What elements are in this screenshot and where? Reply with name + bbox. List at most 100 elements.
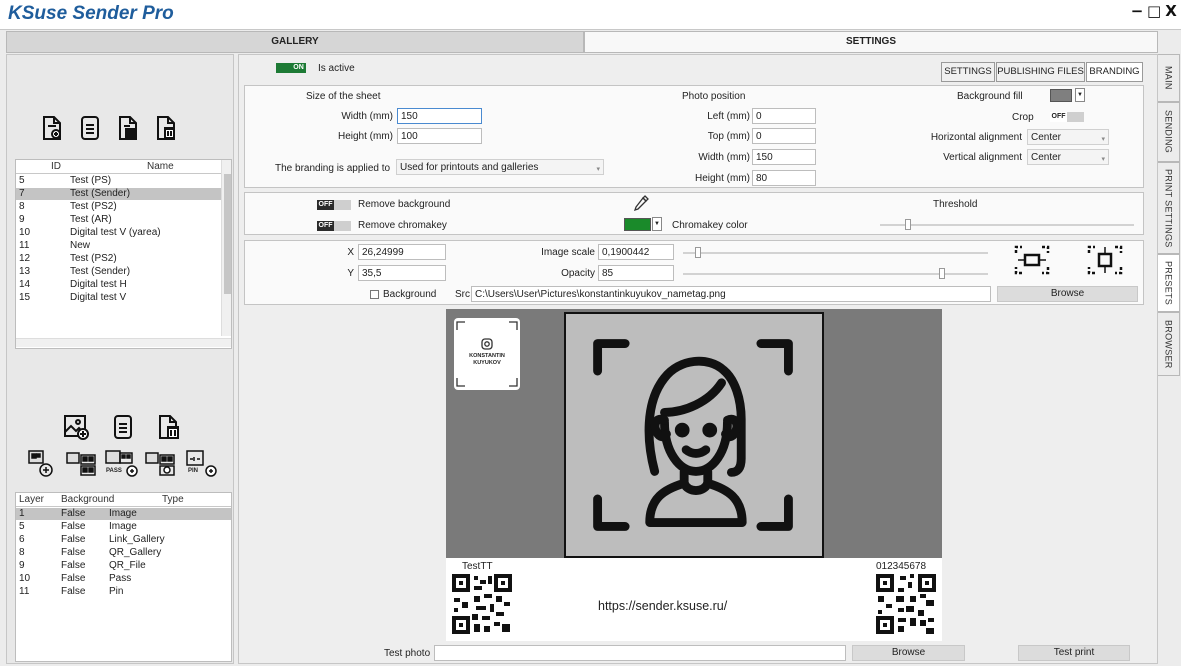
remove-chromakey-toggle[interactable]: OFF [317, 221, 351, 231]
branding-applied-select[interactable]: Used for printouts and galleries ▾ [396, 159, 604, 175]
scrollbar-thumb[interactable] [224, 174, 231, 294]
table-row[interactable]: 11 False Pin [16, 586, 231, 598]
photo-width-input[interactable]: 150 [752, 149, 816, 165]
left-mm-input[interactable]: 0 [752, 108, 816, 124]
test-photo-input[interactable] [434, 645, 846, 661]
fit-vertical-icon[interactable] [1087, 245, 1123, 275]
side-tab-browser[interactable]: BROWSER [1158, 312, 1180, 376]
add-qr-file-icon[interactable] [144, 449, 178, 479]
name-column-header[interactable]: Name [147, 161, 174, 172]
sheet-width-input[interactable]: 150 [397, 108, 482, 124]
is-active-toggle[interactable]: ON [276, 63, 306, 73]
side-tab-main[interactable]: MAIN [1158, 54, 1180, 102]
test-photo-browse-button[interactable]: Browse [852, 645, 965, 661]
subtab-publishing-files[interactable]: PUBLISHING FILES [996, 62, 1085, 82]
table-row[interactable]: 14 Digital test H [16, 279, 221, 291]
opacity-input[interactable]: 85 [598, 265, 674, 281]
side-tab-print-settings[interactable]: PRINT SETTINGS [1158, 162, 1180, 254]
add-link-gallery-icon[interactable] [27, 449, 57, 479]
layer-column-header[interactable]: Layer [19, 494, 44, 505]
table-row[interactable]: 11 New [16, 240, 221, 252]
vertical-alignment-select[interactable]: Center ▾ [1027, 149, 1109, 165]
photo-height-input[interactable]: 80 [752, 170, 816, 186]
table-row[interactable]: 9 False QR_File [16, 560, 231, 572]
add-pass-icon[interactable]: PASS [104, 449, 138, 479]
table-row[interactable]: 9 Test (AR) [16, 214, 221, 226]
threshold-slider-thumb[interactable] [905, 219, 911, 230]
table-row[interactable]: 15 Digital test V [16, 292, 221, 304]
row-name: New [70, 240, 91, 251]
layers-grid[interactable]: Layer Background Type 1 False Image 5 False… [15, 492, 232, 662]
qr-gallery-code [452, 574, 512, 634]
side-tab-label: PRESETS [1163, 260, 1174, 306]
table-row[interactable]: 13 Test (Sender) [16, 266, 221, 278]
chromakey-color-dropdown[interactable]: ▼ [652, 217, 662, 231]
add-image-icon[interactable] [62, 413, 90, 441]
photo-placeholder [564, 312, 824, 558]
src-path-input[interactable]: C:\Users\User\Pictures\konstantinkuyukov… [471, 286, 991, 302]
tab-gallery[interactable]: GALLERY [6, 31, 584, 53]
background-column-header[interactable]: Background [61, 494, 114, 505]
close-button[interactable]: X [1164, 4, 1178, 19]
document-icon[interactable] [109, 413, 137, 441]
presets-horizontal-scrollbar[interactable] [16, 338, 231, 347]
y-input[interactable]: 35,5 [358, 265, 446, 281]
table-row[interactable]: 8 Test (PS2) [16, 201, 221, 213]
maximize-button[interactable]: □ [1147, 4, 1161, 19]
image-scale-input[interactable]: 0,1900442 [598, 244, 674, 260]
minimize-button[interactable]: − [1130, 4, 1144, 19]
remove-background-toggle[interactable]: OFF [317, 200, 351, 210]
horizontal-alignment-select[interactable]: Center ▾ [1027, 129, 1109, 145]
type-column-header[interactable]: Type [162, 494, 184, 505]
threshold-label: Threshold [933, 199, 978, 210]
id-column-header[interactable]: ID [51, 161, 61, 172]
side-tab-sending[interactable]: SENDING [1158, 102, 1180, 162]
top-mm-label: Top (mm) [707, 131, 750, 142]
table-row[interactable]: 7 Test (Sender) [16, 188, 221, 200]
table-row[interactable]: 10 False Pass [16, 573, 231, 585]
fit-horizontal-icon[interactable] [1014, 245, 1050, 275]
presets-grid[interactable]: ID Name 5 Test (PS) 7 Test (Sender) 8 Test … [15, 159, 232, 349]
toggle-state: OFF [317, 200, 334, 210]
table-row[interactable]: 5 Test (PS) [16, 175, 221, 187]
table-row[interactable]: 6 False Link_Gallery [16, 534, 231, 546]
tab-settings[interactable]: SETTINGS [584, 31, 1158, 53]
side-tab-presets[interactable]: PRESETS [1158, 254, 1180, 312]
row-layer: 9 [19, 560, 25, 571]
crop-toggle[interactable]: OFF [1050, 112, 1084, 122]
table-row[interactable]: 10 Digital test V (yarea) [16, 227, 221, 239]
row-background: False [61, 573, 86, 584]
top-mm-input[interactable]: 0 [752, 128, 816, 144]
table-row[interactable]: 5 False Image [16, 521, 231, 533]
eyedropper-icon[interactable] [632, 194, 650, 212]
subtab-settings[interactable]: SETTINGS [941, 62, 995, 82]
chevron-down-icon: ▾ [1101, 136, 1105, 143]
table-row[interactable]: 1 False Image [16, 508, 231, 520]
add-document-icon[interactable] [39, 115, 65, 141]
delete-document-icon[interactable] [153, 115, 179, 141]
src-browse-button[interactable]: Browse [997, 286, 1138, 302]
sheet-height-input[interactable]: 100 [397, 128, 482, 144]
threshold-slider[interactable] [880, 224, 1134, 226]
nametag-image[interactable]: KONSTANTIN KUYUKOV [454, 318, 520, 390]
add-qr-gallery-icon[interactable] [65, 449, 99, 479]
copy-document-icon[interactable] [115, 115, 141, 141]
background-fill-dropdown[interactable]: ▼ [1075, 88, 1085, 102]
delete-document-icon[interactable] [155, 413, 183, 441]
chromakey-color-swatch[interactable] [624, 218, 651, 231]
x-input[interactable]: 26,24999 [358, 244, 446, 260]
table-row[interactable]: 8 False QR_Gallery [16, 547, 231, 559]
image-scale-slider[interactable] [683, 252, 988, 254]
nametag-line1: KONSTANTIN [469, 353, 505, 359]
table-row[interactable]: 12 Test (PS2) [16, 253, 221, 265]
photo-width-label: Width (mm) [698, 152, 750, 163]
background-checkbox[interactable] [370, 290, 379, 299]
document-icon[interactable] [77, 115, 103, 141]
presets-vertical-scrollbar[interactable] [221, 160, 231, 336]
opacity-slider-thumb[interactable] [939, 268, 946, 279]
subtab-branding[interactable]: BRANDING [1086, 62, 1143, 82]
add-pin-icon[interactable]: PIN [185, 449, 219, 479]
image-scale-slider-thumb[interactable] [694, 247, 701, 258]
test-print-button[interactable]: Test print [1018, 645, 1130, 661]
background-fill-swatch[interactable] [1050, 89, 1072, 102]
